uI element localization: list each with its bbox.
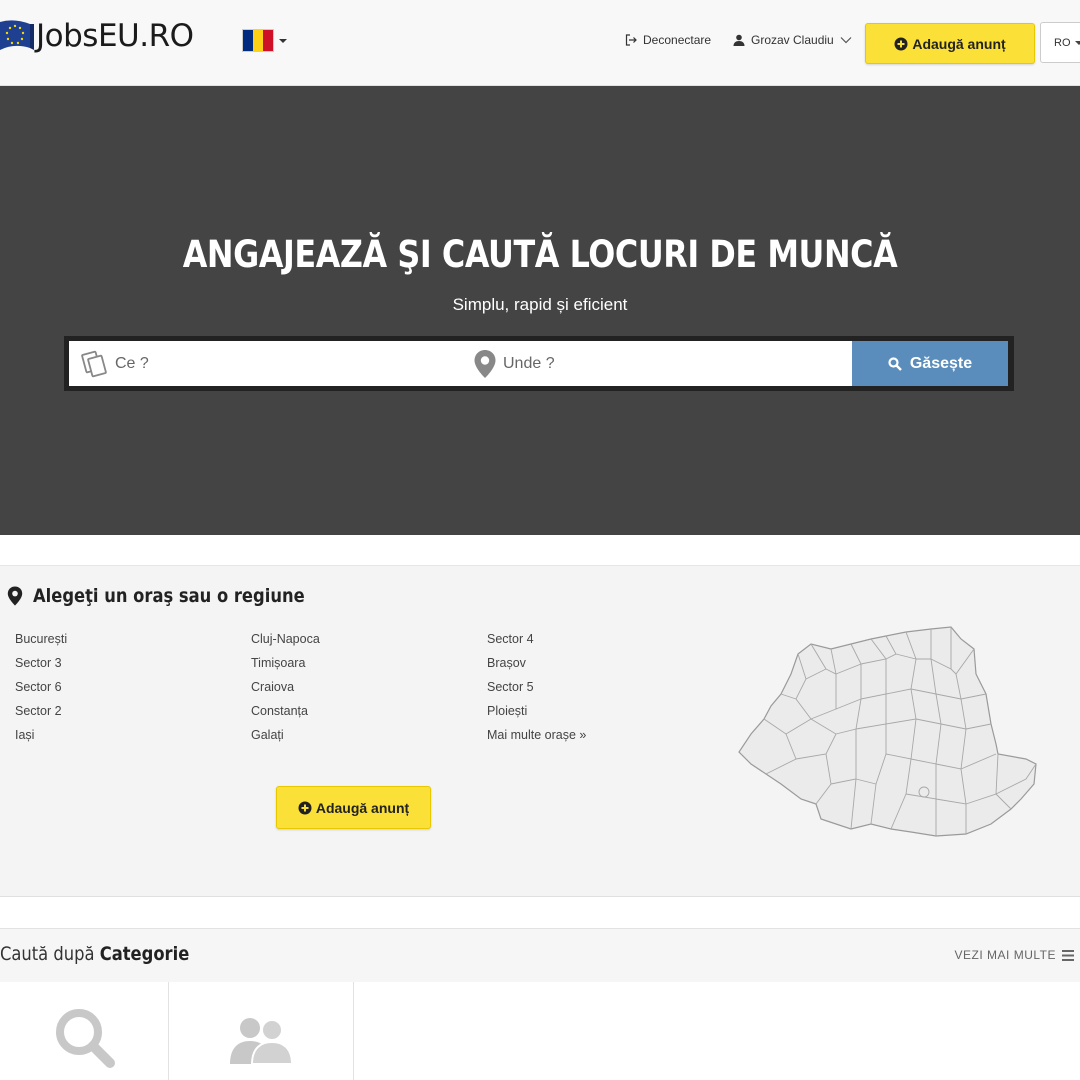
regions-section: Alegeţi un oraş sau o regiune București … bbox=[0, 565, 1080, 897]
what-input[interactable] bbox=[115, 354, 461, 373]
map-marker-icon bbox=[474, 349, 496, 378]
city-link[interactable]: Brașov bbox=[487, 651, 586, 675]
city-link[interactable]: Sector 4 bbox=[487, 627, 586, 651]
romania-counties-map[interactable] bbox=[736, 624, 1041, 839]
user-icon bbox=[733, 34, 745, 46]
search-icon bbox=[56, 1009, 115, 1068]
users-icon bbox=[230, 1018, 292, 1065]
logo-text: JobsEU.RO bbox=[36, 18, 194, 54]
add-ad-button[interactable]: Adaugă anunț bbox=[865, 23, 1035, 64]
top-header: JobsEU.RO Deconectare Grozav Claudiu Ada… bbox=[0, 0, 1080, 86]
add-ad-label: Adaugă anunț bbox=[912, 35, 1006, 52]
country-flag-dropdown[interactable] bbox=[242, 29, 287, 52]
language-value: RO bbox=[1054, 36, 1071, 49]
search-bar: Găsește bbox=[64, 336, 1014, 391]
hero-subtitle: Simplu, rapid și eficient bbox=[452, 295, 628, 314]
categories-title-bold: Categorie bbox=[99, 943, 190, 965]
city-link[interactable]: Galați bbox=[251, 723, 320, 747]
logout-icon bbox=[625, 34, 637, 46]
categories-bar: Caută după Categorie VEZI MAI MULTE bbox=[0, 928, 1080, 982]
where-field[interactable] bbox=[461, 341, 852, 386]
city-link[interactable]: Sector 2 bbox=[15, 699, 67, 723]
category-tile[interactable] bbox=[0, 982, 169, 1080]
search-button[interactable]: Găsește bbox=[852, 341, 1008, 386]
regions-title: Alegeţi un oraş sau o regiune bbox=[33, 585, 305, 607]
list-icon bbox=[1062, 949, 1074, 961]
categories-heading: Caută după Categorie bbox=[0, 943, 189, 965]
user-name: Grozav Claudiu bbox=[751, 33, 834, 47]
logout-link[interactable]: Deconectare bbox=[625, 33, 711, 47]
hero-section: ANGAJEAZĂ ŞI CAUTĂ LOCURI DE MUNCĂ Simpl… bbox=[0, 86, 1080, 535]
logout-label: Deconectare bbox=[643, 33, 712, 47]
plus-circle-icon bbox=[298, 801, 312, 814]
map-marker-icon bbox=[7, 586, 23, 606]
city-link[interactable]: Timișoara bbox=[251, 651, 320, 675]
city-link[interactable]: Craiova bbox=[251, 675, 320, 699]
city-link[interactable]: Sector 5 bbox=[487, 675, 586, 699]
category-tile[interactable] bbox=[169, 982, 354, 1080]
language-select[interactable]: RO bbox=[1040, 22, 1080, 63]
user-menu[interactable]: Grozav Claudiu bbox=[733, 33, 852, 47]
site-logo[interactable]: JobsEU.RO bbox=[0, 16, 194, 56]
more-cities-link[interactable]: Mai multe orașe » bbox=[487, 723, 586, 747]
city-column-1: București Sector 3 Sector 6 Sector 2 Iaș… bbox=[15, 627, 67, 747]
caret-down-icon bbox=[1074, 40, 1080, 45]
chevron-down-icon bbox=[840, 37, 852, 44]
add-ad-label: Adaugă anunț bbox=[315, 799, 410, 816]
city-column-2: Cluj-Napoca Timișoara Craiova Constanța … bbox=[251, 627, 320, 747]
city-link[interactable]: Sector 6 bbox=[15, 675, 67, 699]
caret-down-icon bbox=[279, 38, 287, 43]
regions-heading: Alegeţi un oraş sau o regiune bbox=[7, 585, 349, 607]
city-link[interactable]: Constanța bbox=[251, 699, 320, 723]
city-link[interactable]: Iași bbox=[15, 723, 67, 747]
plus-circle-icon bbox=[894, 37, 908, 50]
search-icon bbox=[888, 356, 902, 371]
romania-flag-icon bbox=[242, 29, 274, 52]
add-ad-button-secondary[interactable]: Adaugă anunț bbox=[276, 786, 431, 829]
city-link[interactable]: Cluj-Napoca bbox=[251, 627, 320, 651]
see-more-label: VEZI MAI MULTE bbox=[954, 948, 1056, 962]
see-more-categories-link[interactable]: VEZI MAI MULTE bbox=[955, 948, 1074, 962]
city-link[interactable]: Ploiești bbox=[487, 699, 586, 723]
where-input[interactable] bbox=[503, 354, 852, 373]
categories-title-prefix: Caută după bbox=[0, 943, 95, 965]
city-column-3: Sector 4 Brașov Sector 5 Ploiești Mai mu… bbox=[487, 627, 586, 747]
hero-title: ANGAJEAZĂ ŞI CAUTĂ LOCURI DE MUNCĂ bbox=[182, 233, 898, 276]
what-field[interactable] bbox=[69, 341, 461, 386]
tags-icon bbox=[81, 350, 107, 377]
eu-flag-logo-icon bbox=[0, 20, 34, 50]
search-button-label: Găsește bbox=[909, 354, 973, 372]
city-link[interactable]: București bbox=[15, 627, 67, 651]
city-link[interactable]: Sector 3 bbox=[15, 651, 67, 675]
